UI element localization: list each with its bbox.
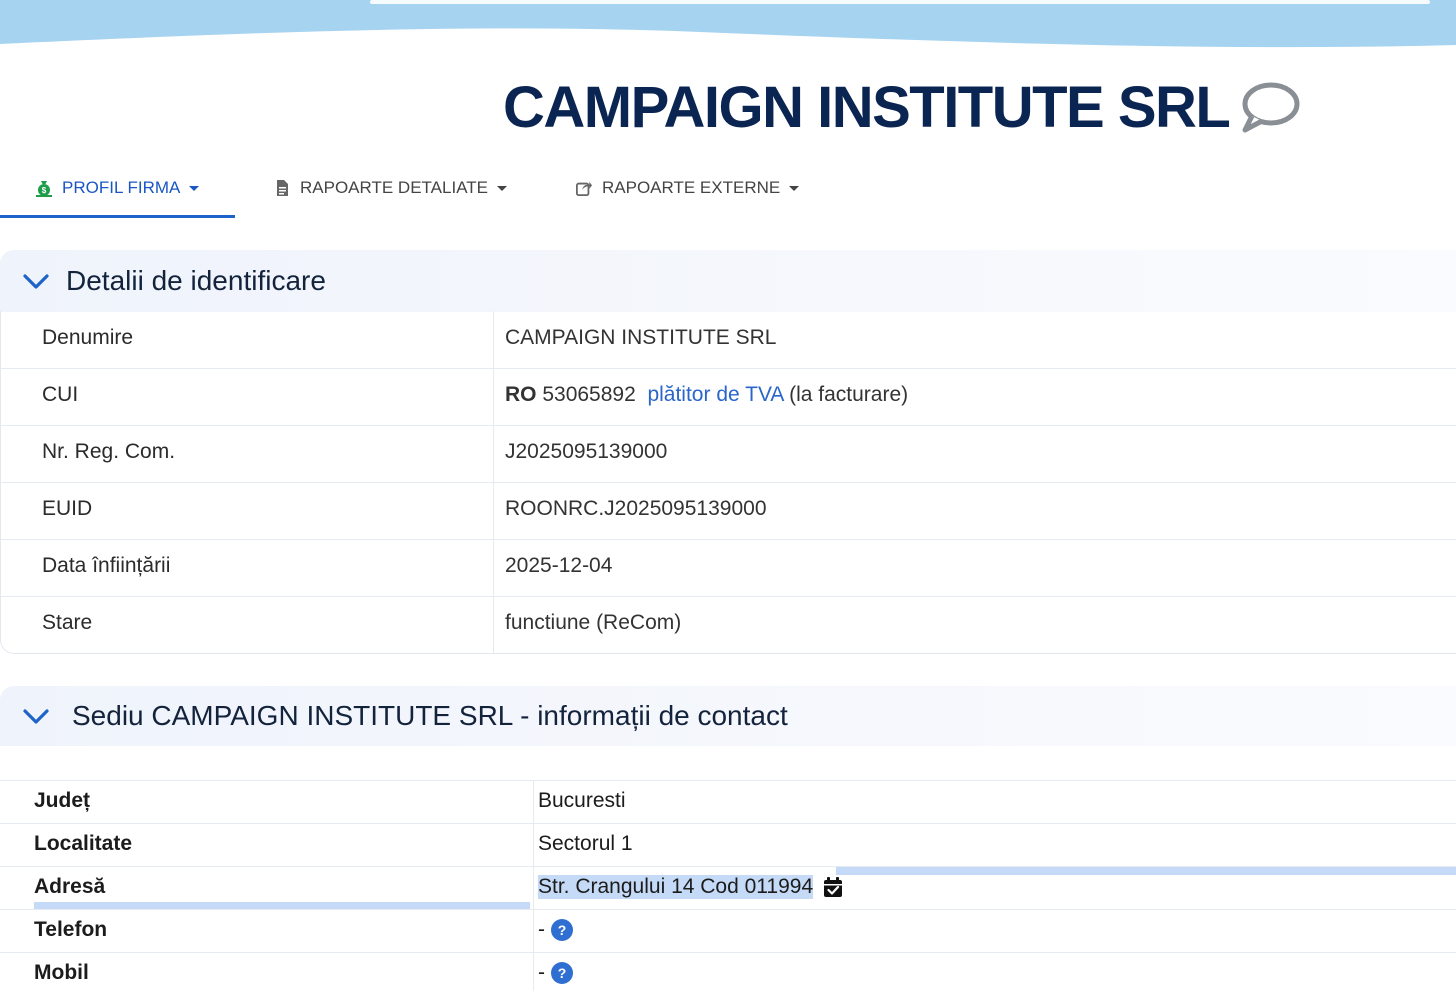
row-value: CAMPAIGN INSTITUTE SRL	[505, 326, 777, 349]
row-label: EUID	[42, 497, 93, 520]
row-value: 2025-12-04	[505, 554, 613, 577]
active-tab-indicator	[0, 215, 235, 218]
help-icon[interactable]: ?	[551, 962, 573, 984]
tab-rapoarte-detaliate[interactable]: RAPOARTE DETALIATE	[274, 160, 507, 216]
selection-highlight	[836, 867, 1456, 875]
row-value: ROONRC.J2025095139000	[505, 497, 767, 520]
tab-rapoarte-externe-label: RAPOARTE EXTERNE	[602, 178, 781, 197]
chevron-down-icon	[189, 185, 200, 191]
row-value: functiune (ReCom)	[505, 611, 682, 634]
table-row: CUI RO 53065892 plătitor de TVA (la fact…	[1, 368, 1456, 426]
money-bag-icon: $	[36, 181, 52, 197]
vat-payer-link[interactable]: plătitor de TVA	[647, 383, 783, 406]
row-label: Mobil	[34, 961, 89, 984]
company-title: CAMPAIGN INSTITUTE SRL	[503, 75, 1231, 140]
table-row: Telefon - ?	[0, 909, 1456, 953]
nav-tabs: $ PROFIL FIRMA RAPOARTE DETALIATE RAPOAR…	[0, 160, 1456, 218]
identification-section-header[interactable]: Detalii de identificare	[0, 250, 1456, 312]
tab-rapoarte-detaliate-label: RAPOARTE DETALIATE	[300, 178, 488, 197]
chevron-down-icon	[23, 274, 49, 289]
table-row: Localitate Sectorul 1	[0, 823, 1456, 867]
row-label: Localitate	[34, 832, 133, 855]
row-label: Nr. Reg. Com.	[42, 440, 176, 463]
table-row: Denumire CAMPAIGN INSTITUTE SRL	[1, 311, 1456, 369]
chevron-down-icon	[497, 185, 507, 191]
contact-section-header[interactable]: Sediu CAMPAIGN INSTITUTE SRL - informați…	[0, 686, 1456, 746]
contact-section-title: Sediu CAMPAIGN INSTITUTE SRL - informați…	[72, 700, 788, 731]
row-label: Data înființării	[42, 554, 171, 577]
row-label: CUI	[42, 383, 79, 406]
selection-highlight	[34, 902, 530, 909]
row-value: -	[538, 961, 545, 984]
table-row: Mobil - ?	[0, 952, 1456, 996]
row-value: Sectorul 1	[538, 832, 633, 855]
header-wave-decoration	[0, 0, 1456, 48]
chevron-down-icon	[23, 709, 49, 724]
identification-table: Denumire CAMPAIGN INSTITUTE SRL CUI RO 5…	[0, 311, 1456, 654]
share-icon	[576, 181, 592, 196]
row-label: Adresă	[34, 875, 106, 898]
title-row: CAMPAIGN INSTITUTE SRL	[0, 70, 1456, 150]
document-icon	[277, 180, 288, 196]
cui-prefix: RO	[505, 383, 537, 406]
row-value: -	[538, 918, 545, 941]
vat-note: (la facturare)	[789, 383, 909, 406]
identification-section-title: Detalii de identificare	[66, 265, 326, 296]
cui-value: RO 53065892 plătitor de TVA (la facturar…	[505, 383, 908, 407]
table-row: Nr. Reg. Com. J2025095139000	[1, 425, 1456, 483]
table-row: Adresă Str. Crangului 14 Cod 011994	[0, 866, 1456, 910]
row-label: Stare	[42, 611, 93, 634]
calendar-check-icon[interactable]	[823, 876, 843, 898]
row-value: J2025095139000	[505, 440, 668, 463]
help-icon[interactable]: ?	[551, 919, 573, 941]
tab-profil-firma[interactable]: $ PROFIL FIRMA	[36, 160, 200, 216]
svg-text:$: $	[42, 186, 47, 195]
tab-rapoarte-externe[interactable]: RAPOARTE EXTERNE	[576, 160, 800, 216]
mobile-value: - ?	[538, 961, 573, 985]
tab-profil-firma-label: PROFIL FIRMA	[62, 178, 181, 197]
table-row: Data înființării 2025-12-04	[1, 539, 1456, 597]
chevron-down-icon	[789, 185, 800, 191]
row-value: Bucuresti	[538, 789, 626, 812]
row-label: Telefon	[34, 918, 108, 941]
phone-value: - ?	[538, 918, 573, 942]
comment-icon[interactable]	[1240, 78, 1302, 134]
row-label: Județ	[34, 789, 91, 812]
row-label: Denumire	[42, 326, 134, 349]
table-row: Stare functiune (ReCom)	[1, 596, 1456, 653]
cui-number: 53065892	[542, 383, 636, 406]
address-value: Str. Crangului 14 Cod 011994	[538, 875, 843, 899]
table-row: Județ Bucuresti	[0, 780, 1456, 824]
address-text: Str. Crangului 14 Cod 011994	[538, 875, 814, 899]
table-row: EUID ROONRC.J2025095139000	[1, 482, 1456, 540]
